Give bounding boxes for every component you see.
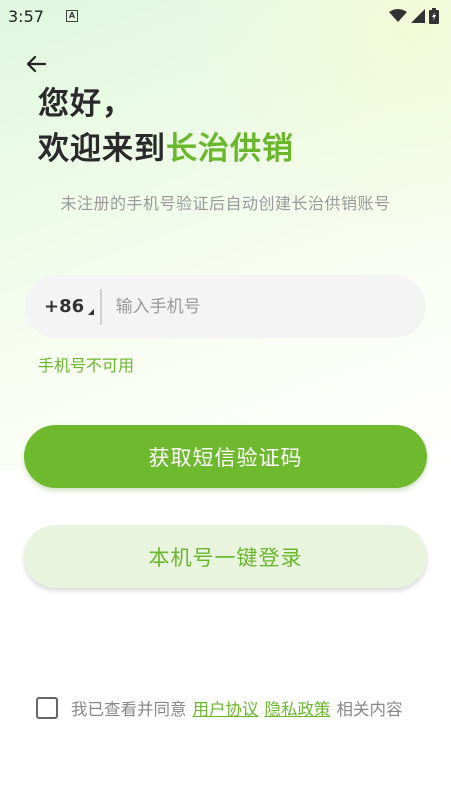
status-time: 3:57	[8, 6, 44, 26]
phone-input-box: +86	[25, 275, 426, 338]
privacy-policy-link[interactable]: 隐私政策	[265, 696, 331, 720]
welcome-prefix: 欢迎来到	[38, 131, 166, 167]
greeting-title: 您好，	[38, 86, 134, 122]
signal-icon	[411, 9, 425, 23]
phone-error-message: 手机号不可用	[38, 356, 135, 375]
brand-name: 长治供销	[166, 131, 294, 167]
app-notification-icon: A	[65, 10, 78, 22]
subtitle: 未注册的手机号验证后自动创建长治供销账号	[60, 194, 391, 213]
user-agreement-link[interactable]: 用户协议	[193, 696, 259, 720]
back-button[interactable]	[22, 50, 50, 78]
wifi-icon	[389, 9, 407, 22]
dropdown-triangle-icon	[88, 309, 95, 315]
agreement-row: 我已查看并同意 用户协议 隐私政策 相关内容	[36, 696, 403, 720]
agreement-prefix: 我已查看并同意	[71, 700, 187, 719]
agreement-checkbox[interactable]	[36, 697, 58, 719]
status-icons	[389, 8, 439, 24]
agreement-suffix: 相关内容	[336, 700, 403, 719]
welcome-title: 欢迎来到长治供销	[38, 126, 294, 172]
battery-icon	[429, 8, 439, 24]
arrow-left-icon	[26, 55, 47, 73]
one-click-login-button[interactable]: 本机号一键登录	[24, 525, 427, 588]
country-code-selector[interactable]: +86	[44, 296, 96, 317]
phone-input[interactable]	[115, 296, 396, 317]
status-bar: 3:57 A	[0, 0, 451, 32]
country-code-label: +86	[44, 296, 85, 317]
get-sms-code-button[interactable]: 获取短信验证码	[24, 425, 427, 488]
divider	[100, 288, 102, 325]
header-background	[0, 0, 451, 470]
